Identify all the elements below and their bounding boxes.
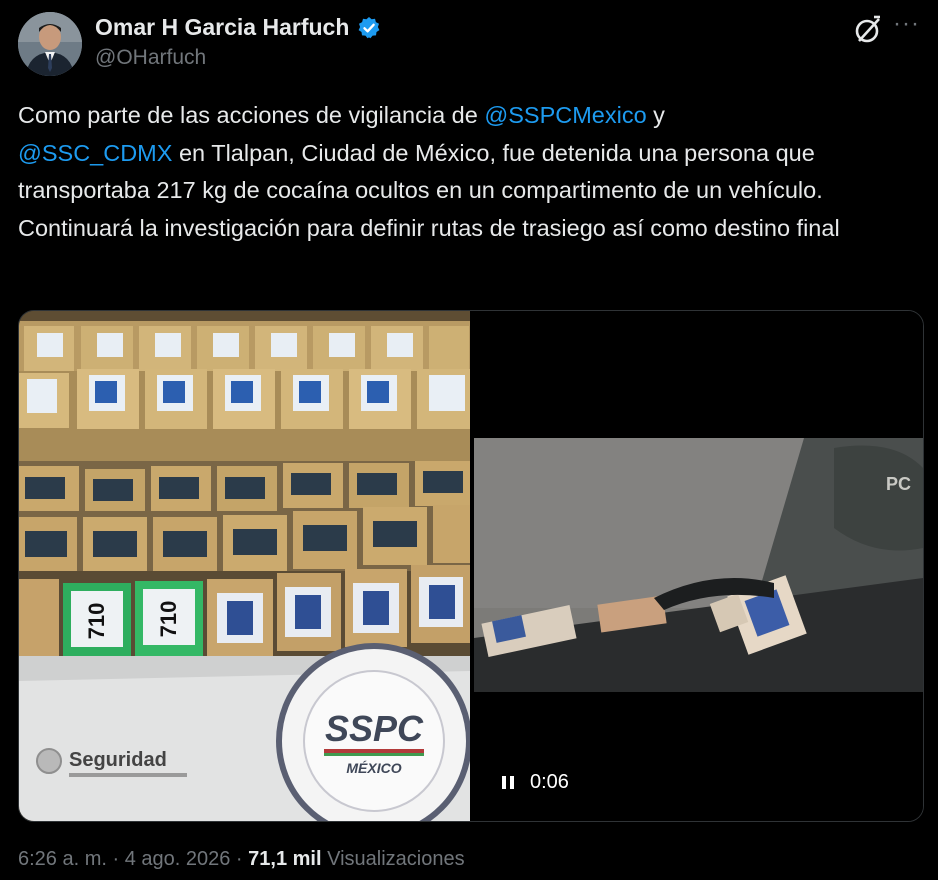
banner-seal-text: SSPC xyxy=(325,708,424,749)
author-handle[interactable]: @OHarfuch xyxy=(95,46,206,70)
video-time: 0:06 xyxy=(530,771,569,793)
author-name[interactable]: Omar H Garcia Harfuch xyxy=(95,14,349,41)
mention-link[interactable]: @SSPCMexico xyxy=(484,102,646,128)
verified-badge-icon[interactable] xyxy=(357,16,381,40)
photo-packages-image: 710 710 Seguridad SSPC MÉXICO xyxy=(19,311,472,821)
package-label: 710 xyxy=(84,603,109,640)
views-label: Visualizaciones xyxy=(321,848,465,870)
meta-separator: · xyxy=(230,848,249,870)
more-icon[interactable]: ··· xyxy=(893,10,920,38)
video-frame[interactable]: PC xyxy=(474,438,923,692)
photo-packages[interactable]: 710 710 Seguridad SSPC MÉXICO xyxy=(19,311,472,821)
media-grid: 710 710 Seguridad SSPC MÉXICO PC 0:06 xyxy=(18,310,924,822)
svg-text:PC: PC xyxy=(886,474,911,494)
banner-seguridad: Seguridad xyxy=(69,749,167,771)
tweet-time[interactable]: 6:26 a. m. xyxy=(18,848,107,870)
grok-icon[interactable] xyxy=(852,14,884,46)
meta-separator: · xyxy=(106,848,125,870)
mention-link[interactable]: @SSC_CDMX xyxy=(18,140,172,166)
pause-icon[interactable] xyxy=(502,776,514,789)
package-label: 710 xyxy=(156,601,181,638)
tweet-text-part: y xyxy=(646,102,665,128)
avatar[interactable] xyxy=(18,12,82,76)
banner-seal-sub: MÉXICO xyxy=(346,760,401,776)
views-count: 71,1 mil xyxy=(248,848,322,870)
tweet-meta: 6:26 a. m. · 4 ago. 2026 · 71,1 mil Visu… xyxy=(18,848,465,871)
tweet-date[interactable]: 4 ago. 2026 xyxy=(125,848,231,870)
video-thumbnail-image: PC xyxy=(474,438,923,692)
avatar-image xyxy=(18,12,82,76)
video-player[interactable]: PC 0:06 xyxy=(472,311,923,821)
tweet-text-part: Como parte de las acciones de vigilancia… xyxy=(18,102,485,128)
tweet-text: Como parte de las acciones de vigilancia… xyxy=(18,97,918,247)
